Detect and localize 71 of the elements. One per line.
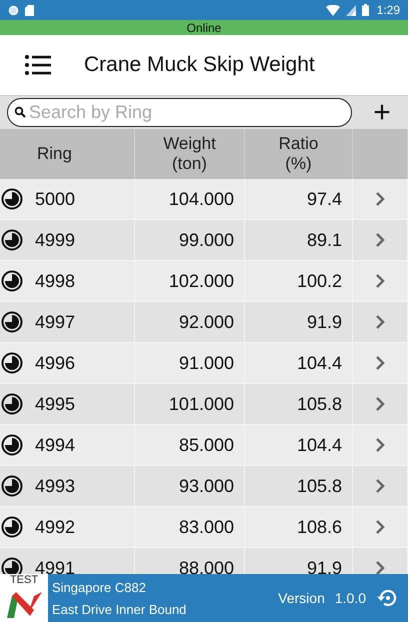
pie-icon xyxy=(1,352,23,374)
ratio-value: 104.4 xyxy=(296,352,342,374)
ring-number: 4992 xyxy=(35,516,76,538)
ring-number: 4996 xyxy=(35,352,76,374)
pie-icon xyxy=(1,516,23,538)
chevron-right-icon xyxy=(375,273,385,289)
ratio-value: 104.4 xyxy=(296,434,342,456)
circle-icon xyxy=(8,4,19,16)
chevron-right-icon xyxy=(375,232,385,248)
column-header: Ring xyxy=(37,144,72,164)
ring-number: 4993 xyxy=(35,476,76,496)
sd-card-icon xyxy=(25,4,34,16)
weight-value: 99.000 xyxy=(178,230,234,250)
weight-value: 91.000 xyxy=(178,352,234,374)
ring-number: 4999 xyxy=(35,230,76,250)
ratio-value: 91.9 xyxy=(306,312,342,332)
weight-value: 102.000 xyxy=(168,270,234,292)
pie-icon xyxy=(1,229,23,251)
pie-icon xyxy=(1,393,23,415)
clock-time: 1:29 xyxy=(376,3,400,17)
weight-value: 92.000 xyxy=(178,312,234,332)
weight-value: 104.000 xyxy=(168,188,234,210)
ring-number: 4991 xyxy=(35,558,76,574)
weight-value: 101.000 xyxy=(168,394,234,414)
ratio-value: 89.1 xyxy=(306,230,342,250)
chevron-right-icon xyxy=(375,355,385,371)
search-field[interactable]: Search by Ring xyxy=(7,98,352,127)
menu-icon xyxy=(25,55,51,75)
column-header: Weight (ton) xyxy=(163,134,216,174)
battery-icon xyxy=(362,4,369,16)
chevron-right-icon xyxy=(375,478,385,494)
chevron-right-icon xyxy=(375,396,385,412)
weight-value: 88.000 xyxy=(178,558,234,574)
drive-name: East Drive Inner Bound xyxy=(52,602,186,616)
version-label: Version xyxy=(278,590,325,606)
chevron-right-icon xyxy=(375,191,385,207)
connection-status: Online xyxy=(0,20,408,35)
ring-number: 5000 xyxy=(35,188,76,210)
chevron-right-icon xyxy=(375,519,385,535)
ratio-value: 100.2 xyxy=(296,270,342,292)
pie-icon xyxy=(1,270,23,292)
signal-icon xyxy=(346,4,356,16)
column-header: Ratio (%) xyxy=(278,134,318,174)
ratio-value: 91.9 xyxy=(306,558,342,574)
ratio-value: 97.4 xyxy=(306,188,342,210)
pie-icon xyxy=(1,188,23,210)
weight-value: 83.000 xyxy=(178,516,234,538)
pie-icon xyxy=(1,311,23,333)
page-title: Crane Muck Skip Weight xyxy=(84,53,315,77)
ratio-value: 105.8 xyxy=(296,476,342,496)
chevron-right-icon xyxy=(375,560,385,574)
chevron-right-icon xyxy=(375,437,385,453)
wifi-icon xyxy=(326,4,340,16)
pie-icon xyxy=(1,475,23,497)
restore-icon[interactable] xyxy=(376,587,398,609)
pie-icon xyxy=(1,434,23,456)
add-button[interactable]: + xyxy=(360,98,404,128)
ring-number: 4995 xyxy=(35,394,76,414)
weight-value: 93.000 xyxy=(178,476,234,496)
version-number: 1.0.0 xyxy=(334,590,366,606)
ring-number: 4994 xyxy=(35,434,76,456)
logo-label: TEST xyxy=(10,574,38,586)
ratio-value: 105.8 xyxy=(296,394,342,414)
search-icon xyxy=(14,106,26,118)
chevron-right-icon xyxy=(375,314,385,330)
ring-number: 4998 xyxy=(35,270,76,292)
weight-value: 85.000 xyxy=(178,434,234,456)
project-name: Singapore C882 xyxy=(52,580,147,594)
ring-number: 4997 xyxy=(35,312,76,332)
pie-icon xyxy=(1,557,23,574)
ratio-value: 108.6 xyxy=(296,516,342,538)
